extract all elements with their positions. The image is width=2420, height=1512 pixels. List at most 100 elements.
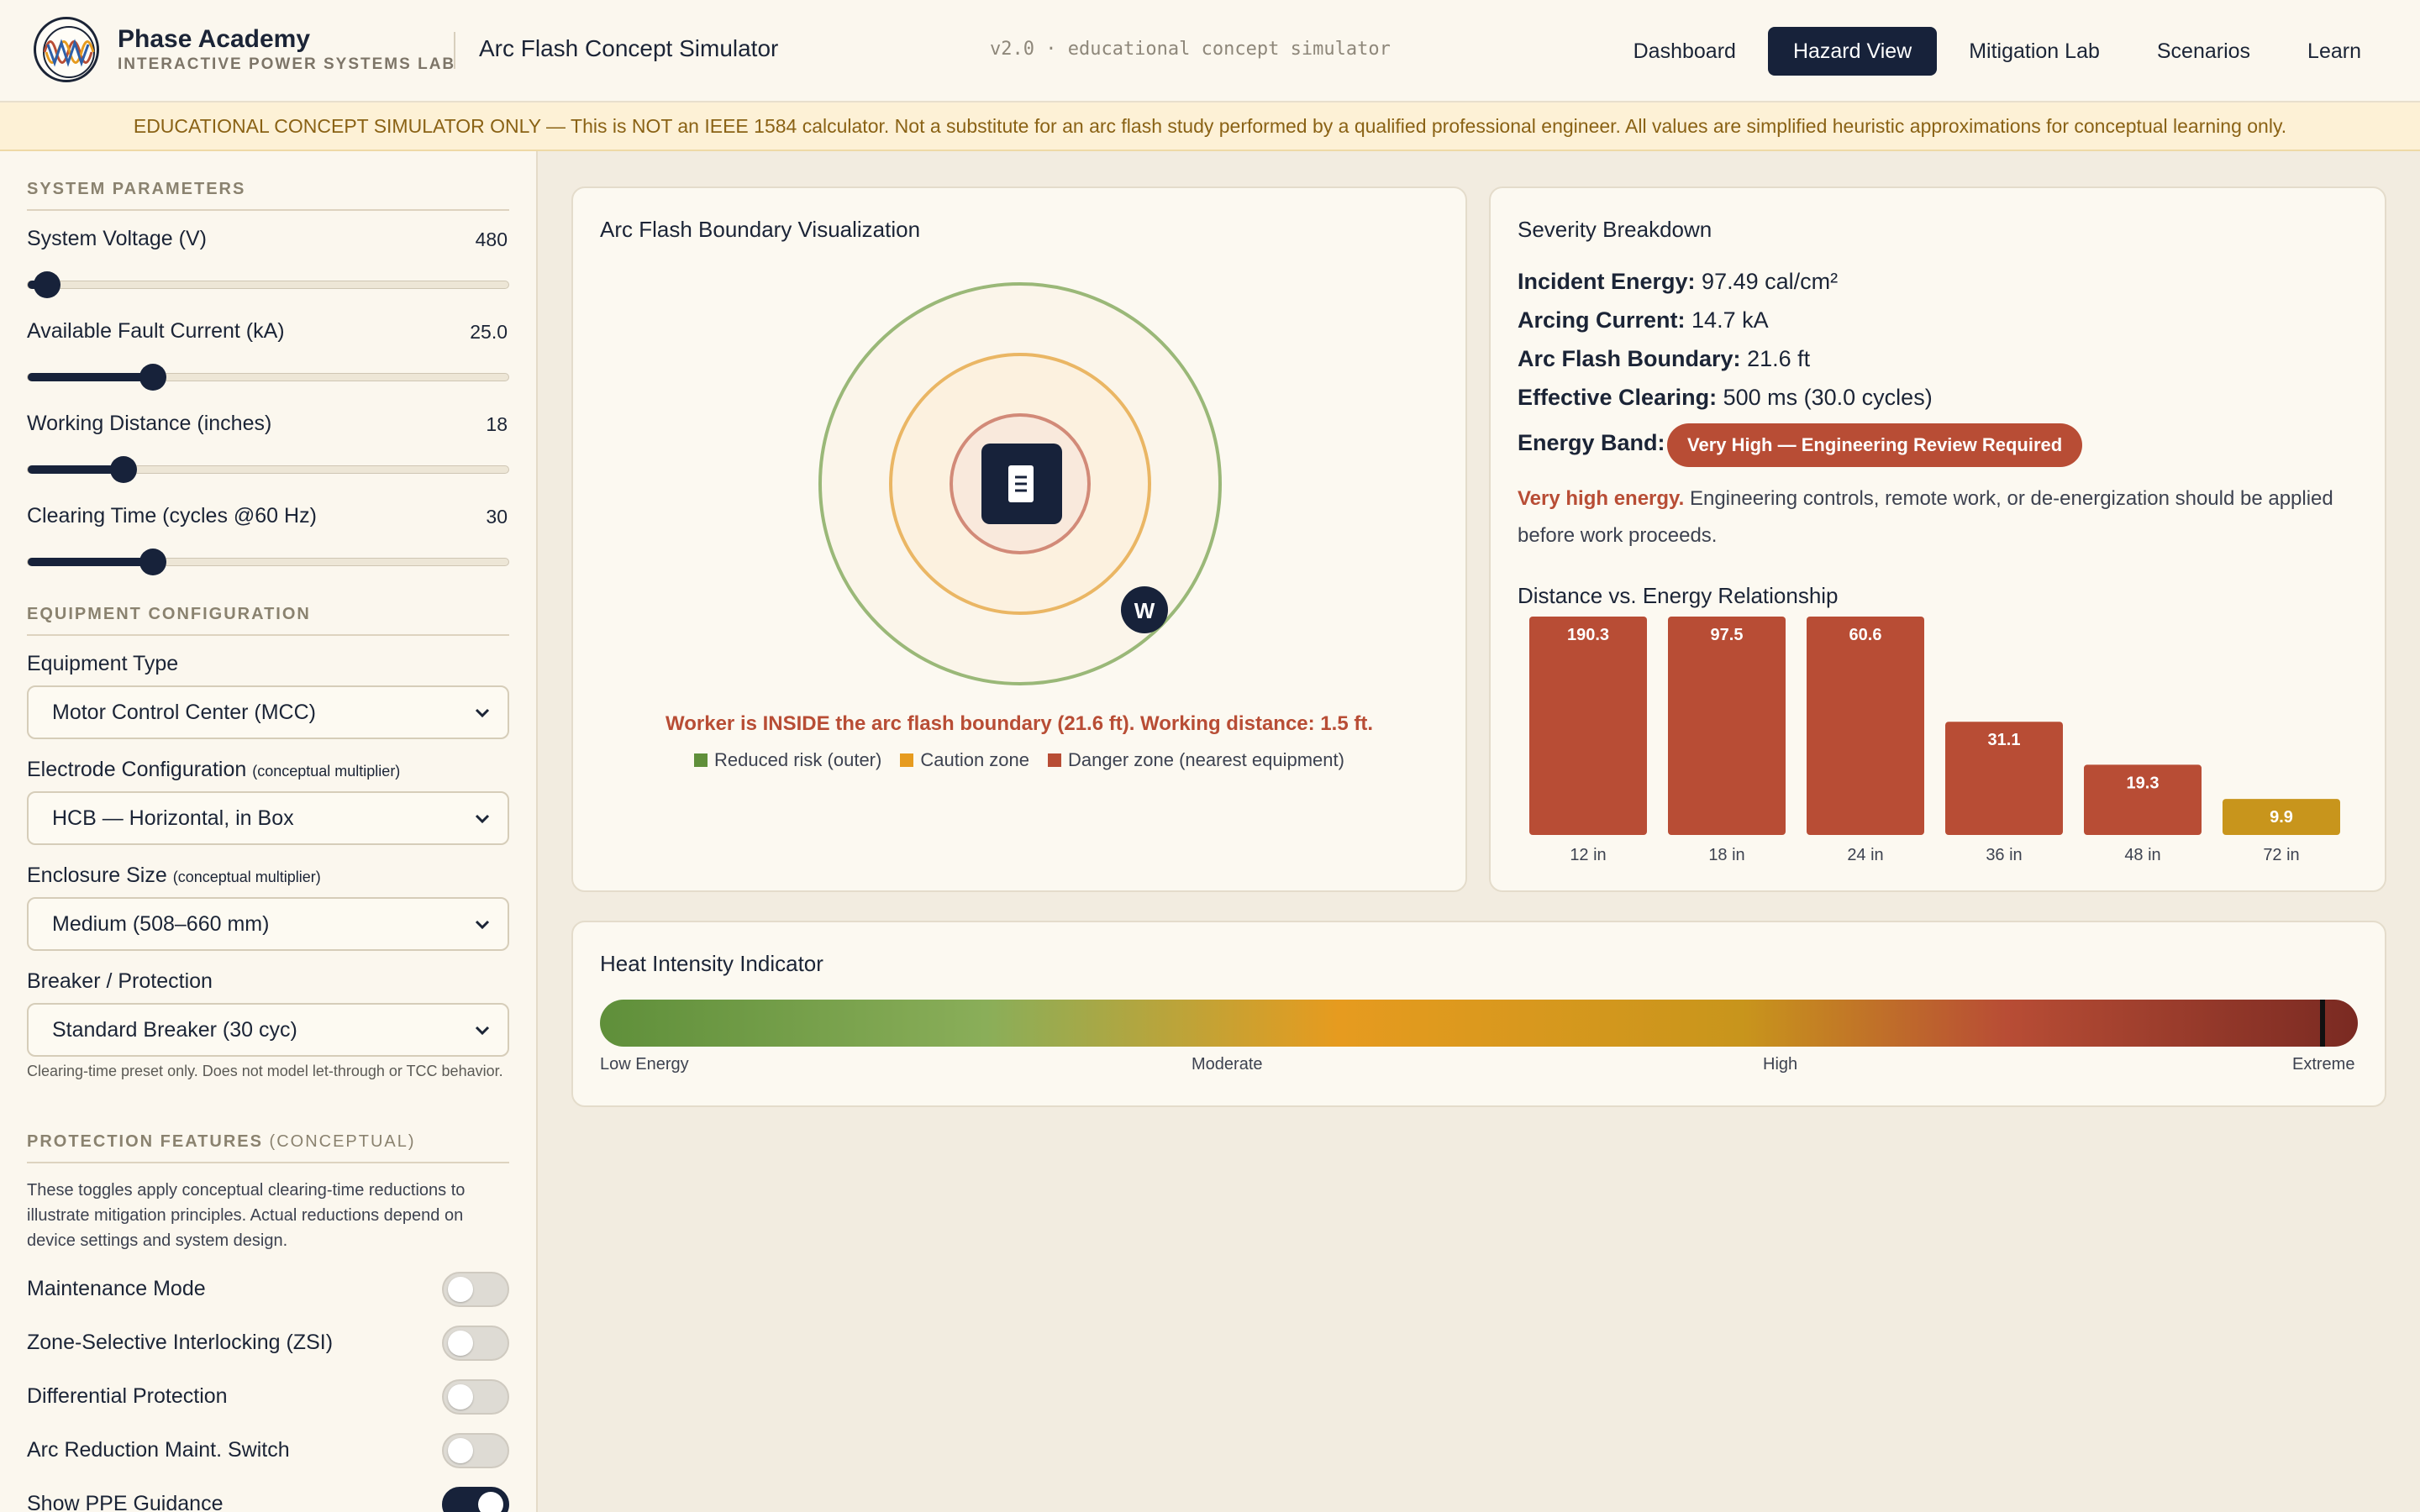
voltage-label: System Voltage (V)	[27, 227, 207, 250]
heat-intensity-card: Heat Intensity Indicator Low Energy Mode…	[571, 921, 2386, 1107]
sidebar: SYSTEM PARAMETERS System Voltage (V) 480…	[0, 151, 538, 1512]
toggle-knob	[478, 1492, 503, 1512]
arcing-current-line: Arcing Current: 14.7 kA	[1518, 307, 1769, 333]
equipment-type-label: Equipment Type	[27, 652, 179, 675]
chart-category-label: 72 in	[2263, 846, 2299, 864]
arcing-current-label: Arcing Current:	[1518, 307, 1686, 333]
equipment-type-select[interactable]: Motor Control Center (MCC)	[27, 685, 509, 739]
electrode-configuration-value: HCB — Horizontal, in Box	[52, 806, 294, 830]
disclaimer-banner: EDUCATIONAL CONCEPT SIMULATOR ONLY — Thi…	[0, 102, 2420, 151]
breaker-protection-select[interactable]: Standard Breaker (30 cyc)	[27, 1003, 509, 1057]
clearing-time-slider-fill	[28, 558, 153, 566]
brand-subtitle: INTERACTIVE POWER SYSTEMS LAB	[118, 55, 456, 73]
chart-bar-value-label: 60.6	[1849, 626, 1882, 644]
differential-protection-label: Differential Protection	[27, 1384, 228, 1408]
legend-danger: Danger zone (nearest equipment)	[1048, 749, 1344, 771]
protection-description: These toggles apply conceptual clearing-…	[27, 1181, 466, 1250]
nav-mitigation-lab[interactable]: Mitigation Lab	[1944, 27, 2125, 76]
clearing-time-label: Clearing Time (cycles @60 Hz)	[27, 504, 317, 528]
legend-caution: Caution zone	[900, 749, 1029, 771]
breaker-hint: Clearing-time preset only. Does not mode…	[27, 1063, 503, 1079]
voltage-slider-thumb[interactable]	[33, 271, 60, 298]
legend-swatch	[694, 753, 708, 767]
zsi-toggle[interactable]	[442, 1326, 509, 1361]
chart-category-label: 36 in	[1986, 846, 2022, 864]
working-distance-slider[interactable]	[27, 456, 509, 483]
working-distance-slider-thumb[interactable]	[110, 456, 138, 483]
heat-label-moderate: Moderate	[1192, 1055, 1263, 1074]
severity-breakdown-card: Severity Breakdown Incident Energy: 97.4…	[1489, 186, 2386, 892]
electrode-configuration-select[interactable]: HCB — Horizontal, in Box	[27, 791, 509, 845]
app-header: Phase Academy INTERACTIVE POWER SYSTEMS …	[0, 0, 2420, 102]
boundary-line: Arc Flash Boundary: 21.6 ft	[1518, 346, 1810, 372]
heat-intensity-bar	[600, 1000, 2358, 1047]
enclosure-label-note: (conceptual multiplier)	[172, 869, 321, 885]
fault-current-slider-thumb[interactable]	[139, 364, 166, 391]
main-nav: Dashboard Hazard View Mitigation Lab Sce…	[1608, 27, 2386, 76]
fault-current-value: 25.0	[470, 321, 508, 343]
clearing-line: Effective Clearing: 500 ms (30.0 cycles)	[1518, 385, 1933, 411]
legend-swatch	[1048, 753, 1061, 767]
energy-band-label: Energy Band:	[1518, 430, 1665, 455]
chart-bar	[1668, 617, 1786, 835]
chart-bar-value-label: 9.9	[2270, 808, 2293, 827]
enclosure-size-select[interactable]: Medium (508–660 mm)	[27, 897, 509, 951]
incident-energy-value: 97.49 cal/cm²	[1702, 269, 1839, 294]
boundary-value: 21.6 ft	[1747, 346, 1811, 371]
heat-label-low: Low Energy	[600, 1055, 689, 1074]
nav-learn[interactable]: Learn	[2282, 27, 2386, 76]
chart-bar	[1529, 617, 1647, 835]
chart-category-label: 48 in	[2124, 846, 2160, 864]
differential-protection-toggle[interactable]	[442, 1379, 509, 1415]
chart-category-label: 24 in	[1847, 846, 1883, 864]
electrode-configuration-label: Electrode Configuration (conceptual mult…	[27, 758, 400, 782]
system-parameters-heading: SYSTEM PARAMETERS	[27, 180, 509, 211]
ppe-guidance-label: Show PPE Guidance	[27, 1492, 224, 1512]
electrode-label-text: Electrode Configuration	[27, 758, 247, 781]
heat-label-high: High	[1763, 1055, 1798, 1074]
maintenance-mode-toggle[interactable]	[442, 1272, 509, 1307]
toggle-knob	[448, 1277, 473, 1302]
zsi-label: Zone-Selective Interlocking (ZSI)	[27, 1331, 334, 1354]
nav-hazard-view[interactable]: Hazard View	[1767, 27, 1938, 76]
version-label: v2.0 · educational concept simulator	[990, 39, 1391, 60]
arc-reduction-switch-label: Arc Reduction Maint. Switch	[27, 1438, 290, 1462]
working-distance-label: Working Distance (inches)	[27, 412, 272, 435]
chart-bar-value-label: 31.1	[1988, 731, 2021, 749]
fault-current-slider[interactable]	[27, 364, 509, 391]
chart-bar-value-label: 97.5	[1711, 626, 1744, 644]
boundary-visualization-card: Arc Flash Boundary Visualization W Worke…	[571, 186, 1467, 892]
legend-label: Danger zone (nearest equipment)	[1068, 749, 1344, 770]
protection-features-heading: PROTECTION FEATURES (CONCEPTUAL)	[27, 1132, 509, 1163]
legend-reduced-risk: Reduced risk (outer)	[694, 749, 881, 771]
protection-heading-text: PROTECTION FEATURES	[27, 1132, 263, 1151]
chart-bar-value-label: 19.3	[2127, 774, 2160, 792]
equipment-configuration-heading: EQUIPMENT CONFIGURATION	[27, 605, 509, 636]
toggle-knob	[448, 1331, 473, 1356]
worker-status-message: Worker is INSIDE the arc flash boundary …	[666, 712, 1373, 735]
legend-label: Reduced risk (outer)	[714, 749, 882, 770]
heat-intensity-marker	[2320, 1000, 2326, 1047]
ppe-guidance-toggle[interactable]	[442, 1487, 509, 1512]
chevron-down-icon	[475, 708, 490, 718]
heat-intensity-title: Heat Intensity Indicator	[600, 951, 823, 976]
boundary-diagram: W	[818, 282, 1222, 685]
chart-bar	[1807, 617, 1924, 835]
advice-lead: Very high energy.	[1518, 487, 1685, 510]
nav-dashboard[interactable]: Dashboard	[1608, 27, 1761, 76]
working-distance-value: 18	[486, 413, 508, 435]
arc-reduction-switch-toggle[interactable]	[442, 1433, 509, 1468]
toggle-knob	[448, 1384, 473, 1410]
legend-swatch	[900, 753, 914, 767]
voltage-slider[interactable]	[27, 271, 509, 298]
severity-advice: Very high energy. Engineering controls, …	[1518, 480, 2358, 554]
nav-scenarios[interactable]: Scenarios	[2132, 27, 2275, 76]
brand-name: Phase Academy	[118, 25, 311, 53]
clearing-time-slider-thumb[interactable]	[139, 549, 166, 575]
clearing-time-slider[interactable]	[27, 549, 509, 575]
worker-badge-label: W	[1134, 598, 1155, 623]
arcing-current-value: 14.7 kA	[1691, 307, 1769, 333]
clearing-label: Effective Clearing:	[1518, 385, 1718, 410]
electrode-label-note: (conceptual multiplier)	[252, 763, 401, 780]
chart-bar-value-label: 190.3	[1567, 626, 1609, 644]
